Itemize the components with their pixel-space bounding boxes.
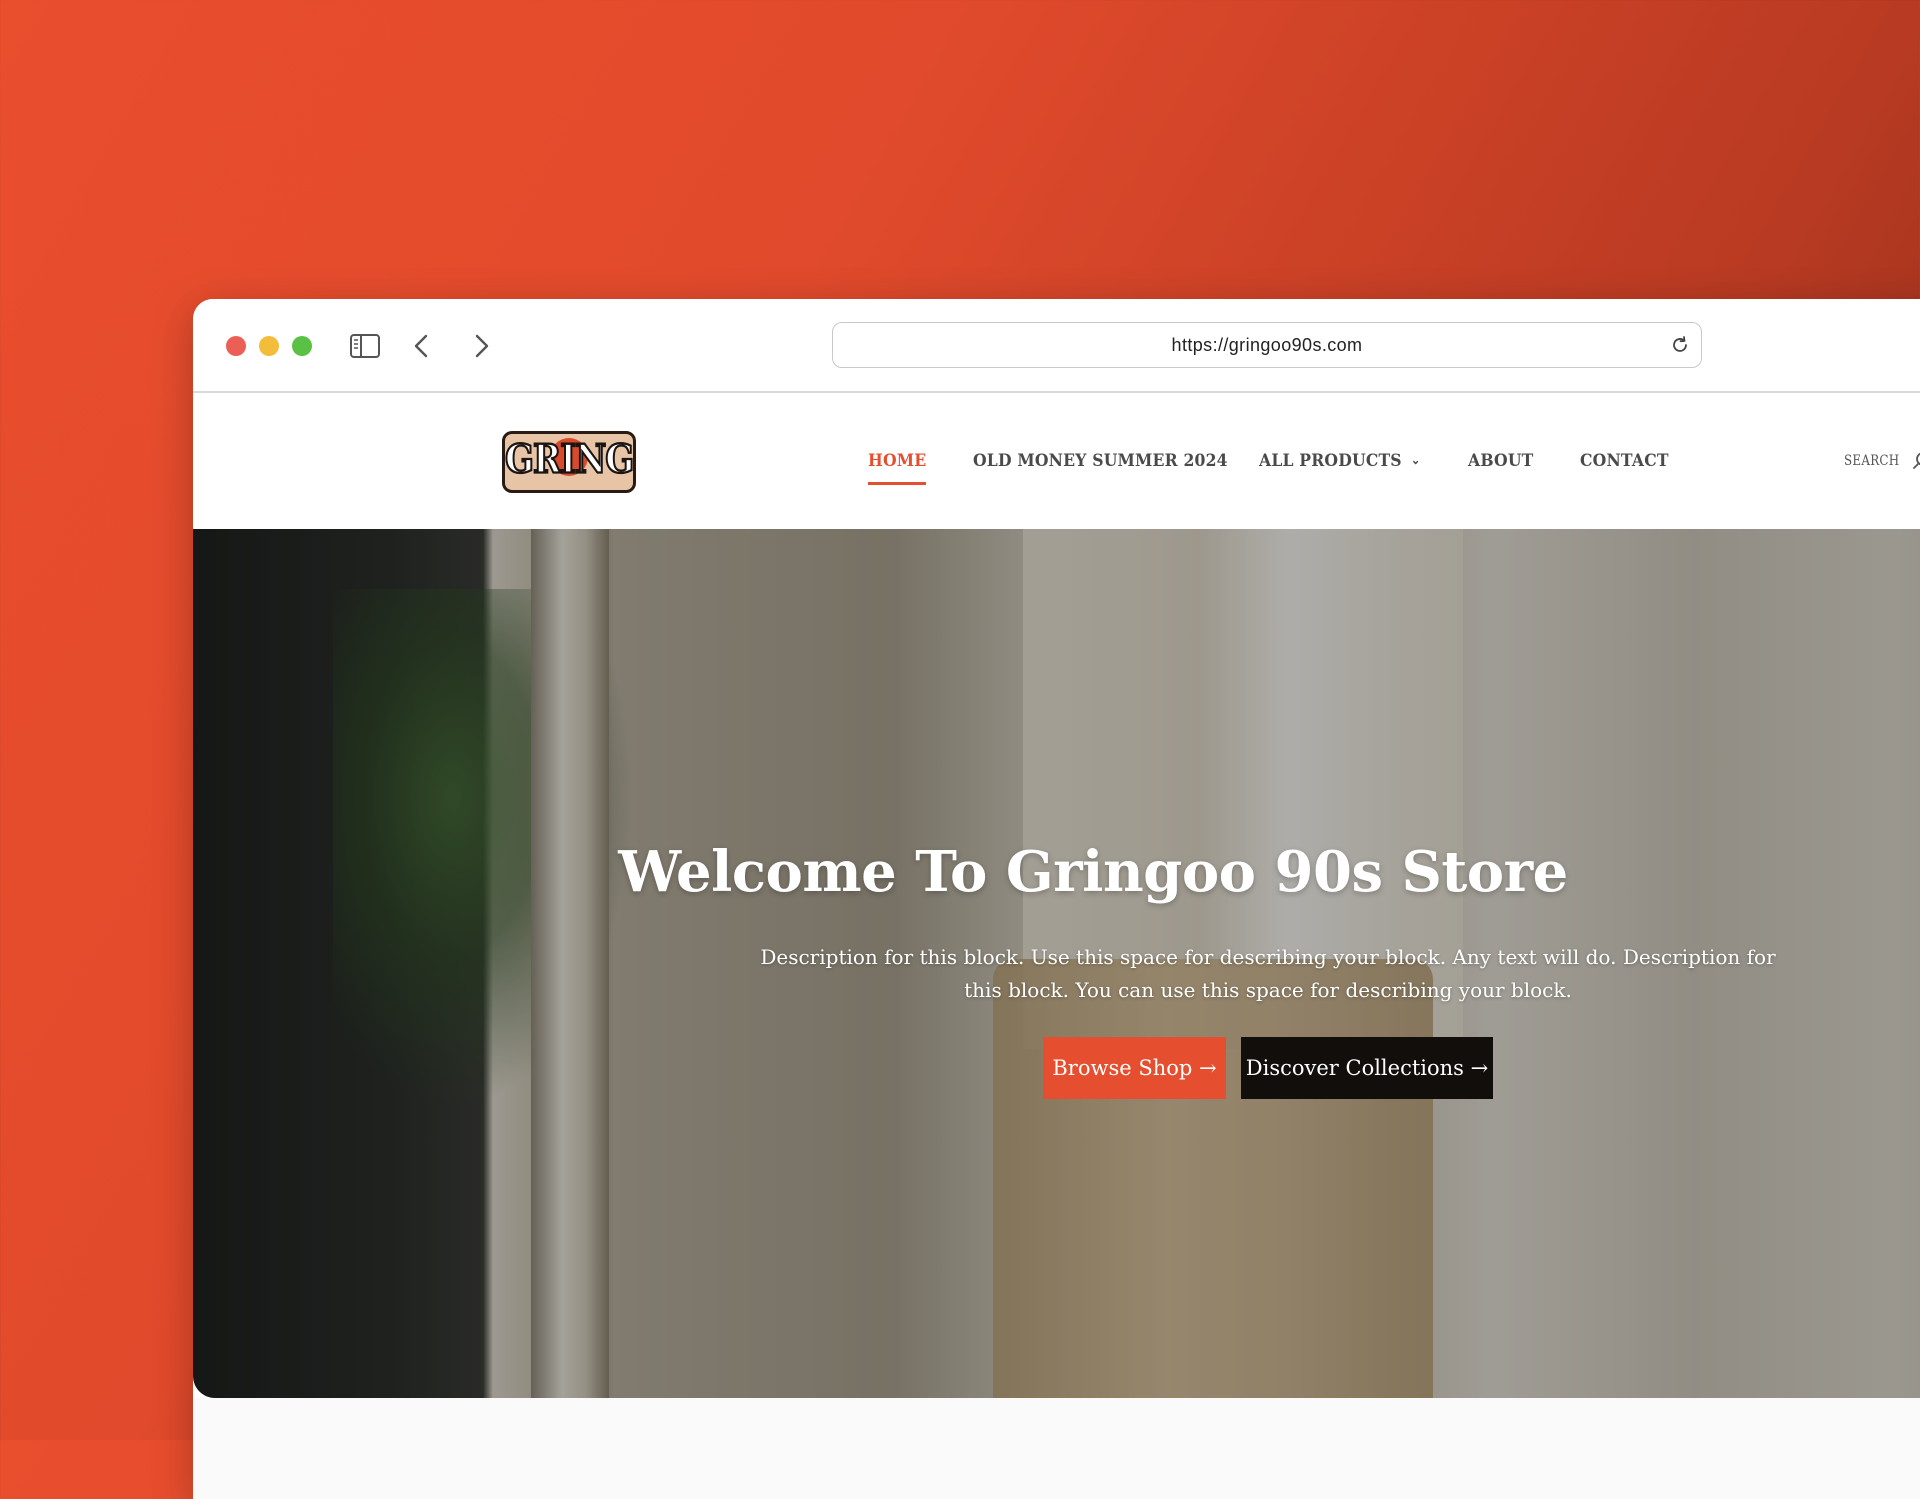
address-bar-url: https://gringoo90s.com (1171, 335, 1363, 355)
search-icon[interactable] (1911, 451, 1920, 471)
hero-description: Description for this block. Use this spa… (760, 945, 1776, 1002)
minimize-window-button[interactable] (259, 336, 279, 356)
nav-home[interactable]: HOME (868, 451, 927, 485)
chevron-down-icon: ⌄ (1410, 453, 1421, 467)
nav-all-products[interactable]: ALL PRODUCTS ⌄ (1259, 451, 1420, 471)
hero-title: Welcome To Gringoo 90s Store (618, 839, 1568, 905)
search-link[interactable]: SEARCH (1844, 453, 1899, 469)
site-header: GRINGO HOME OLD MONEY SUMMER 2024 ALL PR… (193, 393, 1920, 529)
forward-icon[interactable] (465, 331, 497, 361)
address-bar[interactable]: https://gringoo90s.com (832, 322, 1702, 368)
nav-contact[interactable]: CONTACT (1580, 451, 1669, 471)
reload-icon[interactable] (1669, 334, 1691, 356)
browser-toolbar: https://gringoo90s.com (193, 299, 1920, 393)
nav-about[interactable]: ABOUT (1468, 451, 1533, 471)
discover-collections-button[interactable]: Discover Collections → (1241, 1037, 1493, 1099)
back-icon[interactable] (406, 331, 438, 361)
hero-banner: Welcome To Gringoo 90s Store Description… (193, 529, 1920, 1398)
logo-text: GRINGO (505, 436, 634, 484)
zoom-window-button[interactable] (292, 336, 312, 356)
nav-old-money-summer-2024[interactable]: OLD MONEY SUMMER 2024 (973, 451, 1228, 471)
close-window-button[interactable] (226, 336, 246, 356)
sidebar-toggle-icon[interactable] (349, 331, 381, 361)
nav-all-products-label: ALL PRODUCTS (1259, 451, 1402, 471)
page-below-hero (193, 1398, 1920, 1499)
browse-shop-button[interactable]: Browse Shop → (1043, 1037, 1226, 1099)
browser-window: https://gringoo90s.com GRINGO HOME OLD M… (193, 299, 1920, 1499)
site-logo[interactable]: GRINGO (502, 431, 636, 493)
